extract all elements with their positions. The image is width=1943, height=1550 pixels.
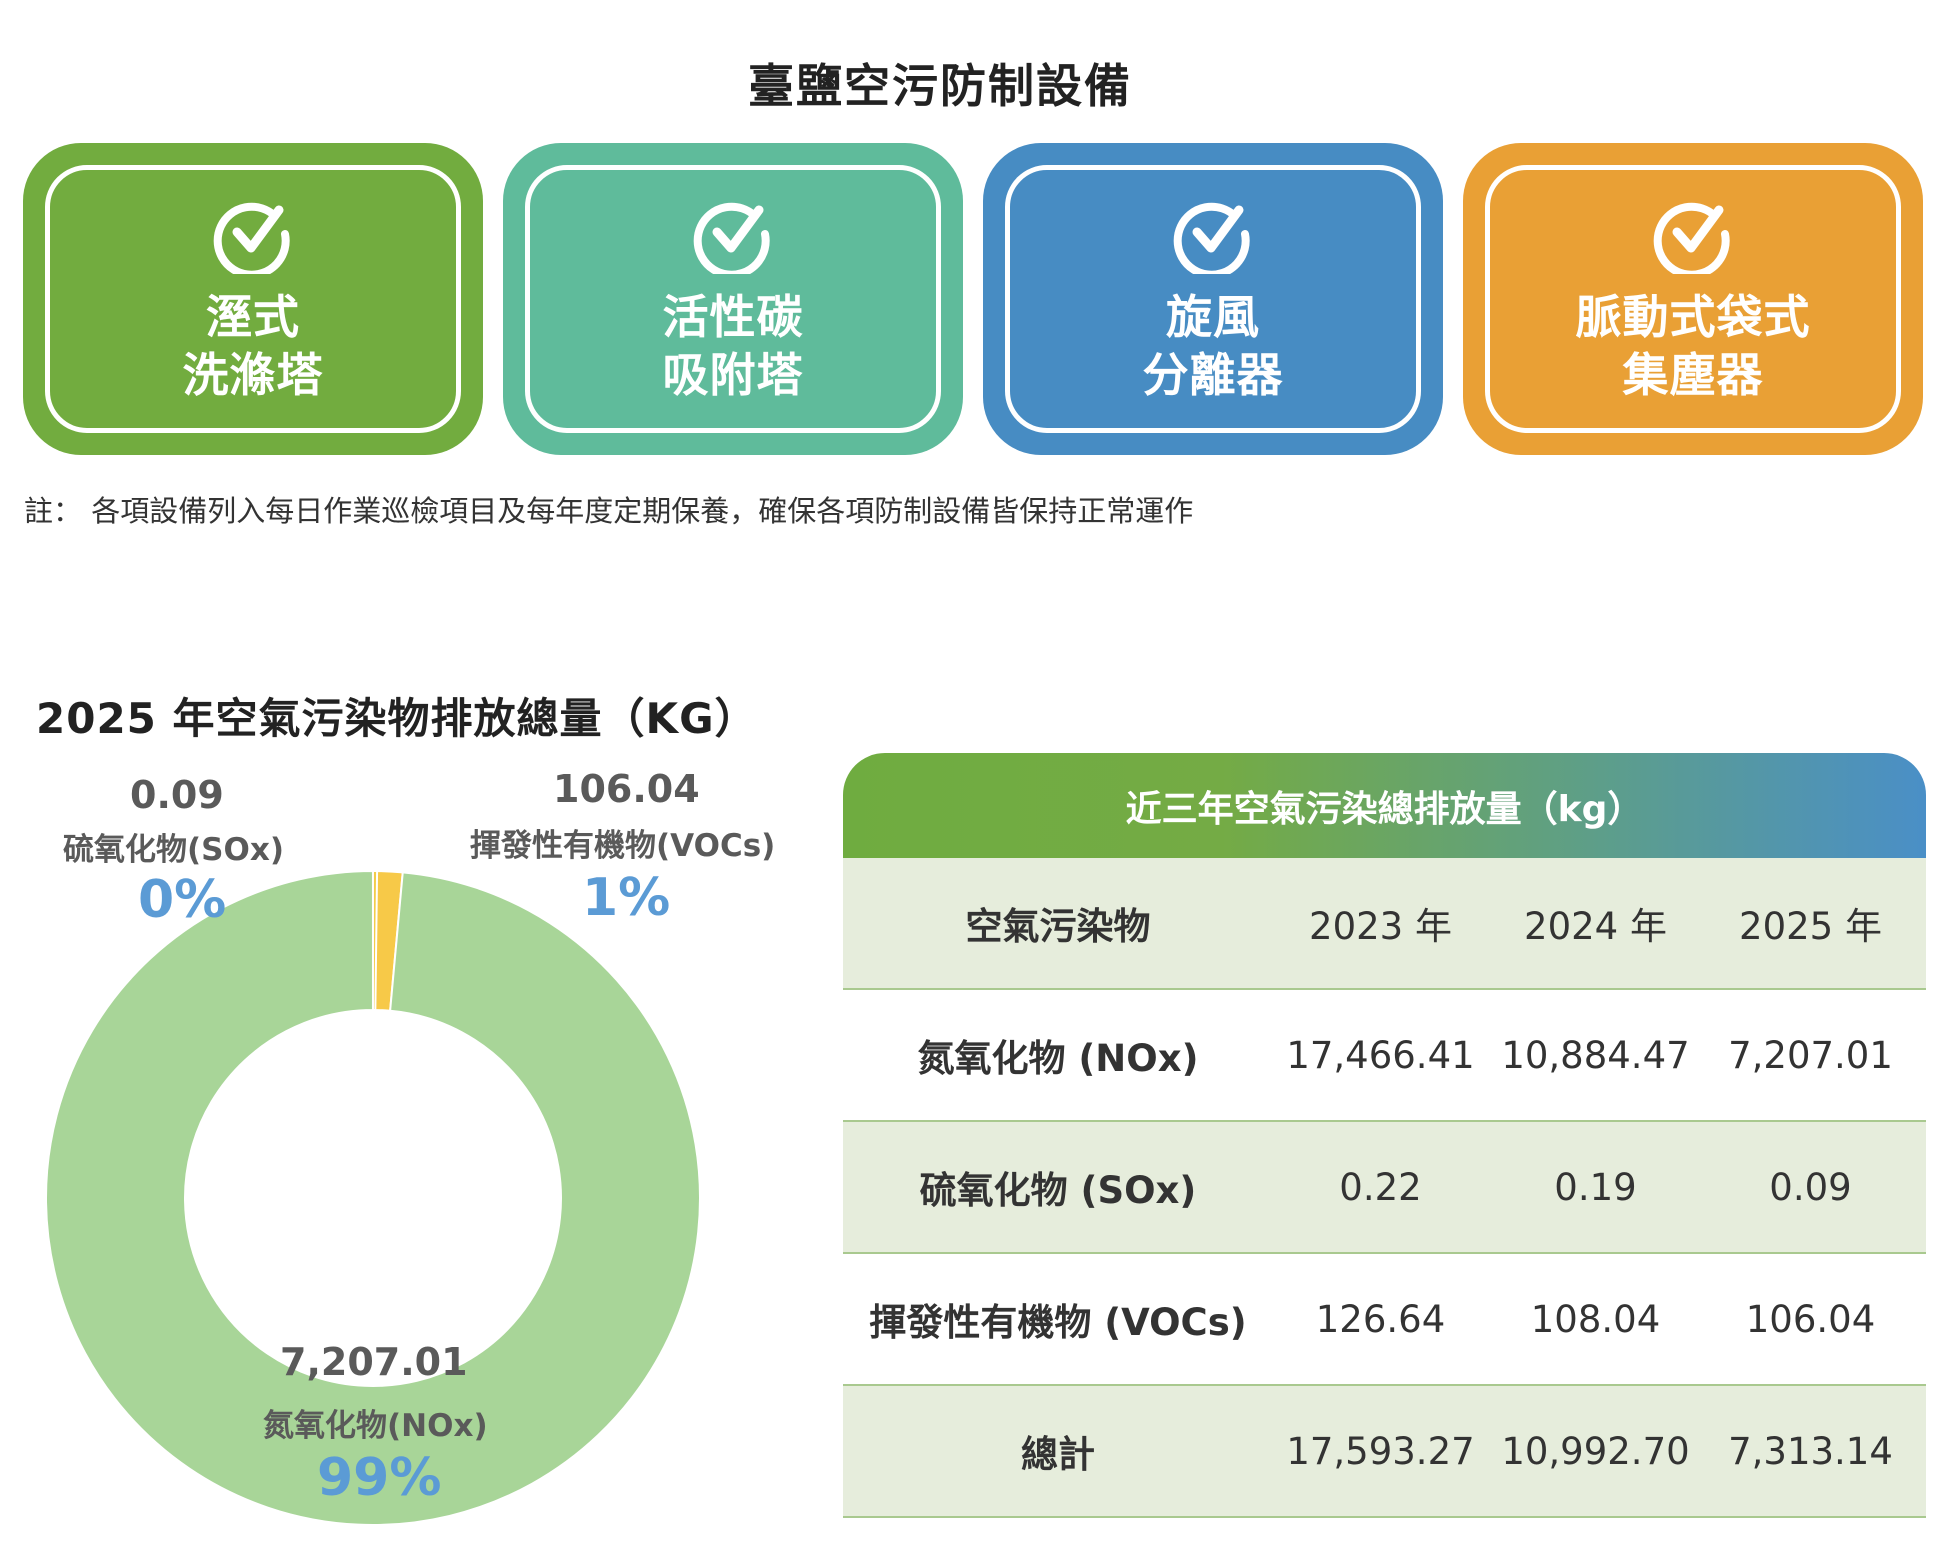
equipment-card: 活性碳 吸附塔 (503, 143, 963, 455)
label-nox-percent: 99% (317, 1448, 442, 1508)
label-vocs-percent: 1% (582, 868, 671, 928)
equipment-card: 脈動式袋式 集塵器 (1463, 143, 1923, 455)
row-value: 17,593.27 (1286, 1429, 1475, 1473)
label-nox-value: 7,207.01 (280, 1340, 468, 1384)
check-circle-icon (1653, 202, 1730, 274)
chart-title: 2025 年空氣污染物排放總量（KG） (36, 694, 758, 743)
table-header-row: 空氣污染物 2023 年 2024 年 2025 年 (843, 858, 1926, 990)
row-value: 106.04 (1745, 1297, 1876, 1341)
row-value: 108.04 (1530, 1297, 1661, 1341)
label-vocs-name: 揮發性有機物(VOCs) (470, 828, 776, 864)
table-row: 總計 17,593.27 10,992.70 7,313.14 (843, 1386, 1926, 1518)
row-value: 17,466.41 (1286, 1033, 1475, 1077)
row-label: 總計 (1021, 1433, 1095, 1476)
card-label-line2: 吸附塔 (662, 348, 804, 402)
card-inner-border: 活性碳 吸附塔 (525, 165, 941, 433)
card-label-line2: 分離器 (1142, 348, 1284, 402)
table-row: 揮發性有機物 (VOCs) 126.64 108.04 106.04 (843, 1254, 1926, 1386)
label-sox-percent: 0% (138, 870, 227, 930)
header-2023: 2023 年 (1309, 905, 1452, 948)
card-label-line1: 旋風 (1166, 290, 1260, 344)
row-label: 硫氧化物 (SOx) (919, 1169, 1197, 1212)
equipment-card: 旋風 分離器 (983, 143, 1443, 455)
card-inner-border: 旋風 分離器 (1005, 165, 1421, 433)
slice-sox (371, 869, 379, 1012)
check-circle-icon (693, 202, 770, 274)
row-value: 0.22 (1339, 1165, 1422, 1209)
equipment-card: 溼式 洗滌塔 (23, 143, 483, 455)
emissions-table: 近三年空氣污染總排放量（kg） 空氣污染物 2023 年 2024 年 2025… (843, 753, 1926, 1518)
row-label: 氮氧化物 (NOx) (917, 1037, 1199, 1080)
card-label: 脈動式袋式 集塵器 (1576, 288, 1811, 404)
row-label: 揮發性有機物 (VOCs) (869, 1301, 1247, 1344)
card-inner-border: 脈動式袋式 集塵器 (1485, 165, 1901, 433)
label-sox-value: 0.09 (130, 773, 224, 817)
card-label-line2: 集塵器 (1622, 348, 1764, 402)
check-circle-icon (213, 202, 290, 274)
table-row: 硫氧化物 (SOx) 0.22 0.19 0.09 (843, 1122, 1926, 1254)
card-label: 溼式 洗滌塔 (183, 288, 324, 404)
equipment-note: 註： 各項設備列入每日作業巡檢項目及每年度定期保養，確保各項防制設備皆保持正常運… (24, 494, 1194, 528)
label-vocs-value: 106.04 (553, 767, 700, 811)
row-value: 0.09 (1769, 1165, 1852, 1209)
row-value: 7,313.14 (1728, 1429, 1893, 1473)
header-2024: 2024 年 (1524, 905, 1667, 948)
label-nox-name: 氮氧化物(NOx) (263, 1408, 488, 1444)
table-title: 近三年空氣污染總排放量（kg） (843, 753, 1926, 858)
table-row: 氮氧化物 (NOx) 17,466.41 10,884.47 7,207.01 (843, 990, 1926, 1122)
card-label-line2: 洗滌塔 (182, 348, 324, 402)
card-label-line1: 溼式 (206, 290, 300, 344)
page-title: 臺鹽空污防制設備 (748, 59, 1132, 113)
header-pollutant: 空氣污染物 (965, 905, 1151, 948)
card-label-line1: 活性碳 (662, 290, 804, 344)
check-circle-icon (1173, 202, 1250, 274)
header-2025: 2025 年 (1739, 905, 1882, 948)
row-value: 0.19 (1554, 1165, 1637, 1209)
card-inner-border: 溼式 洗滌塔 (45, 165, 461, 433)
row-value: 10,992.70 (1501, 1429, 1690, 1473)
card-label-line1: 脈動式袋式 (1575, 290, 1811, 344)
card-label: 旋風 分離器 (1143, 288, 1284, 404)
row-value: 126.64 (1315, 1297, 1446, 1341)
label-sox-name: 硫氧化物(SOx) (63, 832, 285, 868)
row-value: 7,207.01 (1728, 1033, 1893, 1077)
card-label: 活性碳 吸附塔 (663, 288, 804, 404)
row-value: 10,884.47 (1501, 1033, 1690, 1077)
